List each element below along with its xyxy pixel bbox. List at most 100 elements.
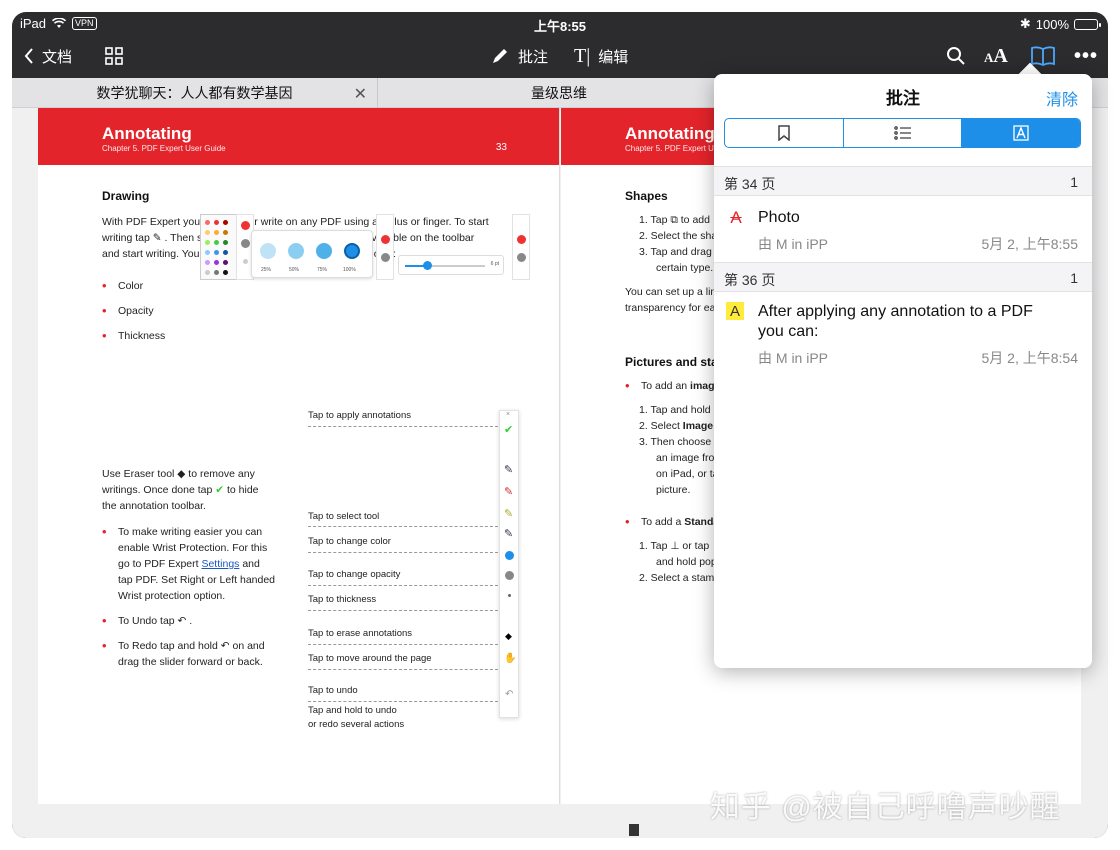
text-size-button[interactable]: AA <box>984 36 1008 76</box>
list-item: To Undo tap ↶ . <box>102 613 288 629</box>
list-item: Opacity <box>102 303 202 319</box>
battery-percent: 100% <box>1035 16 1069 32</box>
page-number: 33 <box>495 142 507 153</box>
paragraph-line: With PDF Expert you can draw or write on… <box>102 216 489 228</box>
undo-icon: ↶ <box>505 689 514 700</box>
edit-label: 编辑 <box>598 48 629 66</box>
status-bar: iPad VPN 上午8:55 ✱ 100% <box>12 12 1108 34</box>
callout-label: Tap to move around the page <box>308 653 432 664</box>
callout-label: Tap to erase annotations <box>308 628 413 639</box>
grid-view-button[interactable] <box>104 36 124 76</box>
list-icon <box>893 126 911 140</box>
undo-icon: ↶ <box>220 640 230 652</box>
tab-annotations[interactable] <box>962 119 1080 147</box>
callout-label: Tap to undo <box>308 685 358 696</box>
checkmark-icon: ✔ <box>215 484 225 496</box>
paragraph-line: writings. Once done tap ✔ to hide <box>102 484 259 496</box>
list-item: To make writing easier you can enable Wr… <box>102 524 288 604</box>
close-icon: × <box>506 411 511 418</box>
eraser-section: Use Eraser tool ◆ to remove any writings… <box>102 466 282 514</box>
tab-outline[interactable] <box>844 119 963 147</box>
watermark: 知乎 @被自己呼噜声吵醒 <box>710 791 1061 824</box>
tab-math-chat[interactable]: 数学犹聊天：人人都有数学基因 ✕ <box>12 78 377 108</box>
pen-properties-list: Color Opacity Thickness <box>102 278 202 344</box>
pdf-page-left: Annotating Chapter 5. PDF Expert User Gu… <box>38 108 560 804</box>
list-item: To Redo tap and hold ↶ on and drag the s… <box>102 638 288 670</box>
page-header-subtitle: Chapter 5. PDF Expert User Guide <box>102 144 226 153</box>
undo-icon: ↶ <box>177 615 187 627</box>
section-count: 1 <box>1070 174 1078 190</box>
paragraph-line: the annotation toolbar. <box>102 500 206 512</box>
bluetooth-icon: ✱ <box>1019 16 1031 31</box>
callout-label: Tap and hold to undo <box>308 705 397 716</box>
slider-label: 6 pt <box>490 261 499 267</box>
edit-button[interactable]: T| 编辑 <box>574 36 628 76</box>
picker-label: 100% <box>343 267 356 273</box>
callout-label: Tap to apply annotations <box>308 410 411 421</box>
marker-icon: ✎ <box>504 508 514 520</box>
book-icon <box>1031 46 1055 66</box>
thickness-slider-image: 6 pt <box>398 255 504 275</box>
text-size-icon: AA <box>984 44 1008 67</box>
annotation-author: 由 M in iPP <box>758 350 829 366</box>
annotation-title: Photo <box>758 209 800 226</box>
checkmark-icon: ✔ <box>504 424 514 436</box>
annotation-icon <box>1013 125 1029 141</box>
tab-magnitude-thinking[interactable]: 量级思维 ✕ <box>378 78 740 108</box>
annotation-author: 由 M in iPP <box>758 236 829 252</box>
search-button[interactable] <box>946 36 966 76</box>
section-heading: Drawing <box>102 189 150 203</box>
opacity-picker-image: 25% 50% 75% 100% <box>251 230 373 278</box>
section-header: 第 36 页 1 <box>714 262 1092 292</box>
grid-icon <box>105 47 123 65</box>
section-page-label: 第 36 页 <box>724 272 776 288</box>
callout-label: Tap to select tool <box>308 511 380 522</box>
callout-label: Tap to change opacity <box>308 569 401 580</box>
annotate-button[interactable]: 批注 <box>490 36 548 76</box>
hand-icon: ✋ <box>504 653 517 664</box>
page-header-title: Annotating <box>102 124 192 143</box>
callout-label: Tap to thickness <box>308 594 377 605</box>
pen-icon: ✎ <box>504 528 514 540</box>
page-header: Annotating Chapter 5. PDF Expert User Gu… <box>38 108 559 165</box>
tab-bookmarks[interactable] <box>725 119 844 147</box>
main-toolbar: 文档 批注 T| 编辑 AA ••• <box>12 36 1108 76</box>
back-button[interactable]: 文档 <box>24 36 72 76</box>
settings-link[interactable]: Settings <box>201 558 239 570</box>
pen-icon: ✎ <box>504 486 514 498</box>
stamp-icon: ⊥ <box>670 540 680 552</box>
annotation-title: After applying any annotation to a PDF y… <box>758 303 1033 340</box>
pen-strip-image <box>512 214 530 280</box>
pen-icon: ✎ <box>504 464 514 476</box>
close-icon[interactable]: ✕ <box>354 84 367 104</box>
page-header-title: Annotating <box>625 124 715 143</box>
more-button[interactable]: ••• <box>1074 36 1098 76</box>
chevron-left-icon <box>24 48 33 64</box>
annotation-date: 5月 2, 上午8:54 <box>981 350 1079 366</box>
page-scroll-indicator[interactable] <box>629 824 639 836</box>
clear-button[interactable]: 清除 <box>1046 86 1078 110</box>
callout-label: Tap to change color <box>308 536 391 547</box>
paragraph-line: Use Eraser tool ◆ to remove any <box>102 468 255 480</box>
bookmark-icon <box>778 125 790 141</box>
strikethrough-icon: A <box>730 208 742 227</box>
eraser-icon: ◆ <box>505 631 512 641</box>
list-item: Color <box>102 278 202 294</box>
more-icon: ••• <box>1074 44 1099 67</box>
annotation-entry[interactable]: A After applying any annotation to a PDF… <box>714 302 1092 372</box>
popover-title: 批注 <box>886 89 920 108</box>
annotation-date: 5月 2, 上午8:55 <box>981 236 1079 252</box>
pen-strip-image <box>376 214 394 280</box>
section-page-label: 第 34 页 <box>724 176 776 192</box>
pen-icon <box>493 49 507 63</box>
battery-icon <box>1074 18 1101 30</box>
back-label: 文档 <box>42 48 73 66</box>
section-header: 第 34 页 1 <box>714 166 1092 196</box>
list-item: Thickness <box>102 328 202 344</box>
tab-label: 量级思维 <box>531 85 587 101</box>
annotation-entry[interactable]: A Photo 由 M in iPP 5月 2, 上午8:55 <box>714 208 1092 262</box>
text-cursor-icon: T| <box>574 44 591 67</box>
picker-label: 25% <box>261 267 272 273</box>
status-time: 上午8:55 <box>533 19 587 34</box>
highlight-icon: A <box>726 302 744 320</box>
